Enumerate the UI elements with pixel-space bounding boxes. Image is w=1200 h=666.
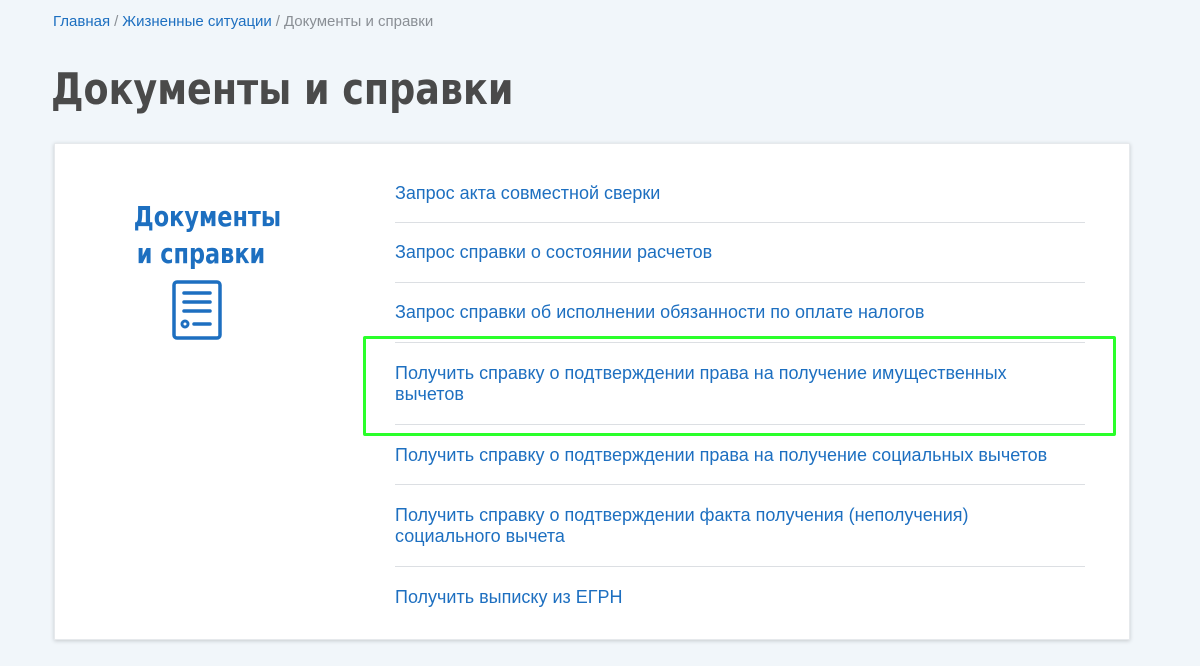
link-tax-obligation-certificate[interactable]: Запрос справки об исполнении обязанности…: [395, 302, 1085, 323]
page-title: Документы и справки: [51, 64, 514, 115]
list-item: Получить справку о подтверждении права н…: [395, 425, 1085, 485]
breadcrumb: Главная / Жизненные ситуации / Документы и с…: [53, 13, 433, 31]
link-social-deduction-certificate[interactable]: Получить справку о подтверждении права н…: [395, 445, 1085, 466]
list-item: Получить справку о подтверждении права н…: [395, 343, 1085, 425]
list-item: Получить выписку из ЕГРН: [395, 567, 1085, 627]
breadcrumb-separator: /: [114, 13, 119, 30]
list-item: Запрос акта совместной сверки: [395, 164, 1085, 223]
document-list-icon: [172, 280, 222, 340]
link-egrn-extract[interactable]: Получить выписку из ЕГРН: [395, 587, 1085, 608]
breadcrumb-link-home[interactable]: Главная: [53, 13, 110, 30]
list-item: Запрос справки о состоянии расчетов: [395, 223, 1085, 283]
list-item: Запрос справки об исполнении обязанности…: [395, 283, 1085, 343]
document-links-list: Запрос акта совместной сверки Запрос спр…: [395, 164, 1085, 627]
page: Главная / Жизненные ситуации / Документы и с…: [0, 0, 1200, 666]
breadcrumb-separator: /: [275, 13, 280, 30]
list-item: Получить справку о подтверждении факта п…: [395, 485, 1085, 567]
section-title: Документы и справки: [133, 200, 282, 270]
link-property-deduction-certificate[interactable]: Получить справку о подтверждении права н…: [395, 363, 1045, 405]
content-card: Документы и справки Запрос акта совместн…: [54, 143, 1130, 640]
link-reconciliation-act[interactable]: Запрос акта совместной сверки: [395, 183, 1085, 204]
breadcrumb-link-life-situations[interactable]: Жизненные ситуации: [122, 13, 272, 30]
breadcrumb-current: Документы и справки: [283, 13, 434, 30]
link-settlement-status-certificate[interactable]: Запрос справки о состоянии расчетов: [395, 242, 1085, 263]
link-social-deduction-fact-certificate[interactable]: Получить справку о подтверждении факта п…: [395, 505, 1045, 547]
